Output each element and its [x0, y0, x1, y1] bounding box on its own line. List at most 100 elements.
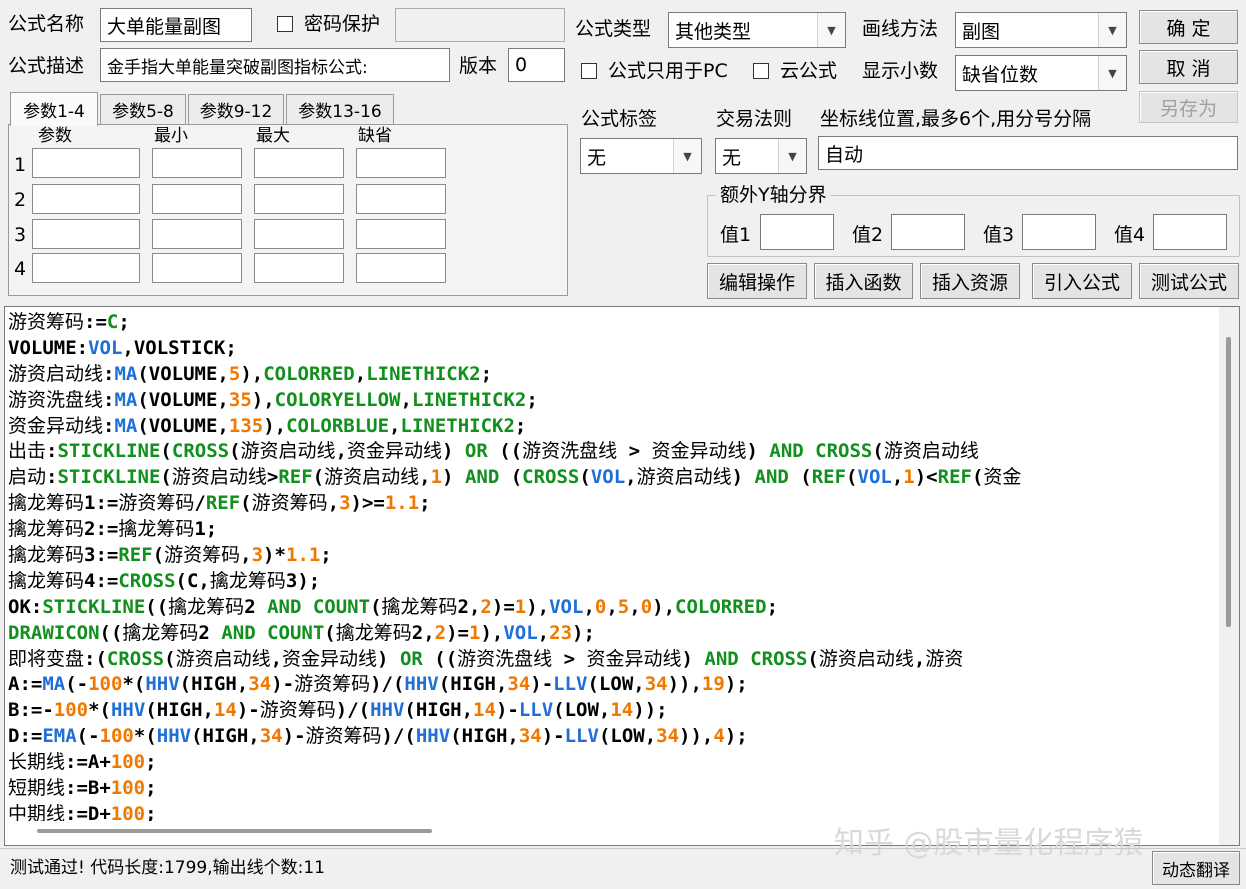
pc-only-checkbox[interactable] [581, 63, 597, 79]
code-token: 游资筹码 [8, 311, 85, 333]
version-input[interactable]: 0 [508, 48, 565, 82]
value1-input[interactable] [760, 214, 834, 250]
tab-params-5-8[interactable]: 参数5-8 [100, 94, 186, 124]
password-checkbox[interactable] [277, 16, 293, 32]
code-token: 23 [549, 621, 573, 644]
formula-tag-select[interactable]: 无 ▼ [580, 138, 702, 174]
param-3-min-input[interactable] [152, 219, 242, 249]
dynamic-translate-button[interactable]: 动态翻译 [1152, 851, 1240, 885]
horizontal-scroll-thumb[interactable] [37, 829, 432, 833]
code-line[interactable]: VOLUME:VOL,VOLSTICK; [8, 335, 1222, 361]
value3-input[interactable] [1022, 214, 1096, 250]
code-token: ( [499, 466, 523, 489]
formula-name-input[interactable]: 大单能量副图 [100, 8, 252, 42]
cloud-checkbox[interactable] [753, 63, 769, 79]
code-token: ) [731, 466, 755, 489]
draw-method-label: 画线方法 [862, 18, 939, 40]
code-line[interactable]: 资金异动线:MA(VOLUME,135),COLORBLUE,LINETHICK… [8, 413, 1222, 439]
code-line[interactable]: 擒龙筹码3:=REF(游资筹码,3)*1.1; [8, 542, 1222, 568]
code-line[interactable]: 短期线:=B+100; [8, 775, 1222, 801]
param-2-name-input[interactable] [32, 184, 140, 214]
code-token: LINETHICK2 [400, 414, 515, 437]
code-token: : [103, 414, 115, 437]
value4-input[interactable] [1153, 214, 1227, 250]
save-as-button[interactable]: 另存为 [1139, 91, 1238, 123]
code-line[interactable]: 即将变盘:(CROSS(游资启动线,资金异动线) OR ((游资洗盘线 > 资金… [8, 646, 1222, 672]
code-line[interactable]: B:=-100*(HHV(HIGH,14)-游资筹码)/(HHV(HIGH,14… [8, 697, 1222, 723]
code-token: 擒龙筹码 [8, 544, 85, 567]
param-3-max-input[interactable] [254, 219, 344, 249]
param-2-max-input[interactable] [254, 184, 344, 214]
code-line[interactable]: OK:STICKLINE((擒龙筹码2 AND COUNT(擒龙筹码2,2)=1… [8, 594, 1222, 620]
code-token: : [103, 362, 115, 385]
password-input[interactable] [395, 8, 565, 42]
code-line[interactable]: 启动:STICKLINE(游资启动线>REF(游资启动线,1) AND (CRO… [8, 464, 1222, 490]
ok-button[interactable]: 确 定 [1139, 10, 1238, 44]
chevron-down-icon[interactable]: ▼ [673, 139, 701, 173]
param-1-max-input[interactable] [254, 148, 344, 178]
code-line[interactable]: 擒龙筹码2:=擒龙筹码1; [8, 516, 1222, 542]
code-token: 34 [656, 725, 680, 748]
cancel-button[interactable]: 取 消 [1139, 50, 1238, 84]
param-2-default-input[interactable] [356, 184, 446, 214]
test-formula-button[interactable]: 测试公式 [1139, 263, 1239, 299]
code-line[interactable]: 游资启动线:MA(VOLUME,5),COLORRED,LINETHICK2; [8, 361, 1222, 387]
param-1-default-input[interactable] [356, 148, 446, 178]
param-1-name-input[interactable] [32, 148, 140, 178]
code-line[interactable]: DRAWICON((擒龙筹码2 AND COUNT(擒龙筹码2,2)=1),VO… [8, 620, 1222, 646]
code-token: (LOW, [598, 725, 657, 748]
code-line[interactable]: 游资洗盘线:MA(VOLUME,35),COLORYELLOW,LINETHIC… [8, 387, 1222, 413]
code-token: *( [122, 673, 146, 696]
code-token: (( [145, 595, 169, 618]
code-token: : [103, 388, 115, 411]
code-token: 1; [194, 518, 218, 541]
param-2-min-input[interactable] [152, 184, 242, 214]
value2-input[interactable] [891, 214, 965, 250]
code-editor[interactable]: 游资筹码:=C; VOLUME:VOL,VOLSTICK; 游资启动线:MA(VOL… [4, 306, 1240, 846]
code-line[interactable]: 游资筹码:=C; [8, 309, 1222, 335]
chevron-down-icon[interactable]: ▼ [1098, 13, 1126, 47]
draw-method-select[interactable]: 副图 ▼ [955, 12, 1127, 48]
code-token: AND [754, 466, 789, 489]
param-4-name-input[interactable] [32, 253, 140, 283]
code-line[interactable]: D:=EMA(-100*(HHV(HIGH,34)-游资筹码)/(HHV(HIG… [8, 723, 1222, 749]
code-content[interactable]: 游资筹码:=C; VOLUME:VOL,VOLSTICK; 游资启动线:MA(VOL… [8, 309, 1222, 821]
decimal-select[interactable]: 缺省位数 ▼ [955, 55, 1127, 91]
chevron-down-icon[interactable]: ▼ [817, 13, 845, 47]
param-3-name-input[interactable] [32, 219, 140, 249]
formula-desc-label: 公式描述 [8, 55, 85, 77]
import-formula-button[interactable]: 引入公式 [1032, 263, 1132, 299]
chevron-down-icon[interactable]: ▼ [1098, 56, 1126, 90]
code-line[interactable]: 出击:STICKLINE(CROSS(游资启动线,资金异动线) OR ((游资洗… [8, 438, 1222, 464]
chevron-down-icon[interactable]: ▼ [778, 139, 806, 173]
code-line[interactable]: A:=MA(-100*(HHV(HIGH,34)-游资筹码)/(HHV(HIGH… [8, 671, 1222, 697]
param-1-min-input[interactable] [152, 148, 242, 178]
code-line[interactable]: 擒龙筹码4:=CROSS(C,擒龙筹码3); [8, 568, 1222, 594]
code-line[interactable]: 擒龙筹码1:=游资筹码/REF(游资筹码,3)>=1.1; [8, 490, 1222, 516]
formula-desc-input[interactable]: 金手指大单能量突破副图指标公式: [100, 48, 450, 82]
tab-params-13-16[interactable]: 参数13-16 [286, 94, 394, 124]
tab-params-9-12[interactable]: 参数9-12 [188, 94, 284, 124]
code-token: AND [704, 647, 739, 670]
trade-rule-select[interactable]: 无 ▼ [715, 138, 807, 174]
code-line[interactable]: 长期线:=A+100; [8, 749, 1222, 775]
edit-ops-button[interactable]: 编辑操作 [707, 263, 807, 299]
code-token: AND [464, 466, 500, 489]
insert-function-button[interactable]: 插入函数 [814, 263, 913, 299]
code-token: CROSS [750, 647, 808, 670]
code-token: , [629, 595, 641, 618]
formula-type-select[interactable]: 其他类型 ▼ [668, 12, 846, 48]
param-4-default-input[interactable] [356, 253, 446, 283]
param-4-max-input[interactable] [254, 253, 344, 283]
insert-resource-button[interactable]: 插入资源 [920, 263, 1020, 299]
version-label: 版本 [459, 55, 498, 77]
tab-params-1-4[interactable]: 参数1-4 [10, 92, 98, 126]
axis-position-input[interactable]: 自动 [818, 136, 1238, 170]
code-token: 100 [99, 725, 134, 748]
scroll-thumb[interactable] [1226, 337, 1231, 627]
param-4-min-input[interactable] [152, 253, 242, 283]
param-3-default-input[interactable] [356, 219, 446, 249]
vertical-scrollbar[interactable] [1219, 307, 1239, 845]
